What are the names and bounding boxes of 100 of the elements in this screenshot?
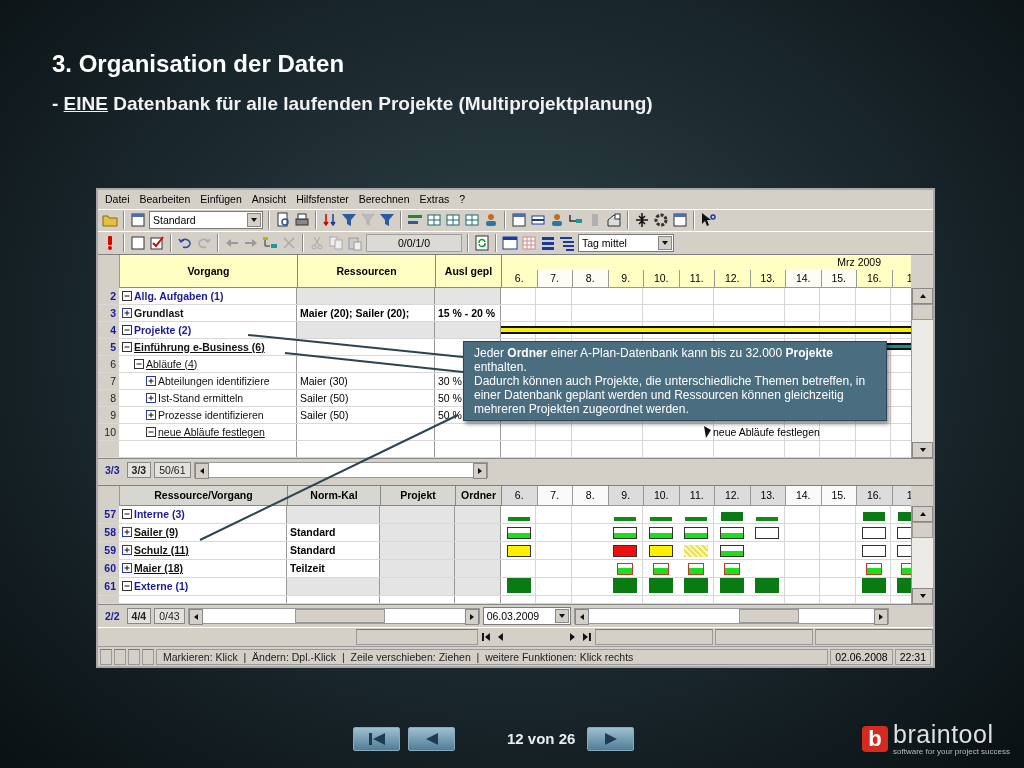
task-name[interactable]: Abläufe (4) — [146, 357, 198, 370]
table-icon[interactable] — [426, 212, 442, 229]
task-name[interactable]: Grundlast — [134, 306, 184, 319]
print-preview-icon[interactable] — [275, 212, 291, 229]
expand-icon[interactable] — [122, 527, 132, 538]
status-panel — [128, 648, 140, 665]
menu-item[interactable]: Extras — [414, 193, 455, 206]
collapse-icon[interactable] — [122, 509, 132, 520]
day-header: 10. — [644, 485, 680, 506]
printer-icon[interactable] — [294, 212, 310, 229]
day-header: 7. — [537, 485, 573, 506]
link-icon[interactable] — [262, 234, 278, 251]
load-bar — [723, 562, 740, 575]
position-field[interactable]: 0/0/1/0 — [366, 233, 462, 252]
load-bar — [506, 544, 531, 557]
table-icon[interactable] — [445, 212, 461, 229]
checked-box-icon[interactable] — [149, 234, 165, 251]
column-header[interactable]: Norm-Kal — [288, 485, 381, 506]
gear-icon[interactable] — [653, 212, 669, 229]
collapse-icon[interactable] — [134, 358, 144, 369]
last-icon[interactable] — [581, 630, 593, 643]
filter-icon[interactable] — [379, 212, 395, 229]
collapse-icon[interactable] — [122, 324, 132, 335]
list-icon[interactable] — [559, 234, 575, 251]
scrollbar[interactable] — [193, 461, 488, 478]
menu-item[interactable]: Datei — [100, 193, 135, 206]
resource-name[interactable]: Externe (1) — [134, 580, 189, 593]
refresh-icon[interactable] — [474, 234, 490, 251]
menu-item[interactable]: Hilfsfenster — [291, 193, 354, 206]
checkbox-icon[interactable] — [130, 234, 146, 251]
page-counter: 12 von 26 — [507, 730, 577, 747]
load-bar — [684, 526, 709, 539]
list-icon[interactable] — [540, 234, 556, 251]
task-name[interactable]: Allg. Aufgaben (1) — [134, 289, 224, 302]
first-icon[interactable] — [479, 630, 492, 643]
resource-name[interactable]: Maier (18) — [134, 562, 184, 575]
task-name[interactable]: Projekte (2) — [134, 323, 192, 336]
sort-icon[interactable] — [322, 212, 338, 229]
view-select[interactable]: Standard — [149, 211, 263, 230]
column-header[interactable]: Ausl gepl — [436, 254, 502, 288]
resource-name[interactable]: Schulz (11) — [134, 544, 189, 557]
menu-item[interactable]: Einfügen — [195, 193, 247, 206]
scroll-left-button[interactable] — [194, 462, 209, 479]
collapse-icon[interactable] — [122, 341, 132, 352]
expand-icon[interactable] — [146, 392, 156, 403]
column-header[interactable]: Ordner — [456, 485, 502, 506]
scrollbar[interactable] — [187, 607, 480, 624]
resource-name[interactable]: Interne (3) — [134, 508, 185, 521]
person-icon[interactable] — [483, 212, 499, 229]
scale-select[interactable]: Tag mittel — [578, 233, 674, 252]
first-slide-button[interactable] — [353, 727, 400, 751]
expand-icon[interactable] — [122, 563, 132, 574]
scrollbar[interactable] — [573, 607, 889, 624]
window-icon[interactable] — [511, 212, 527, 229]
task-name[interactable]: Prozesse identifizieren — [158, 408, 264, 421]
calendar-icon[interactable] — [502, 234, 518, 251]
load-bar — [613, 526, 638, 539]
scroll-left-button[interactable] — [188, 608, 203, 625]
expand-icon[interactable] — [122, 545, 132, 556]
collapse-icon[interactable] — [122, 581, 132, 592]
expand-icon[interactable] — [146, 375, 156, 386]
scroll-left-button[interactable] — [574, 608, 589, 625]
menu-item[interactable]: Ansicht — [246, 193, 292, 206]
next-slide-button[interactable] — [587, 727, 634, 751]
collapse-icon[interactable] — [122, 290, 132, 301]
window-icon[interactable] — [130, 212, 146, 229]
filter-icon[interactable] — [341, 212, 357, 229]
previous-slide-button[interactable] — [408, 727, 455, 751]
menu-item[interactable]: ? — [454, 193, 471, 206]
column-header[interactable]: Ressource/Vorgang — [120, 485, 288, 506]
menu-item[interactable]: Berechnen — [353, 193, 415, 206]
scroll-thumb[interactable] — [738, 608, 799, 623]
scroll-down-button[interactable] — [912, 441, 933, 458]
scroll-right-button[interactable] — [472, 462, 487, 479]
column-header[interactable]: Ressourcen — [298, 254, 436, 288]
task-name[interactable]: Abteilungen identifiziere — [158, 374, 270, 387]
collapse-icon[interactable] — [146, 426, 156, 437]
house-icon[interactable] — [606, 212, 622, 229]
menu-item[interactable]: Bearbeiten — [134, 193, 196, 206]
task-name[interactable]: Ist-Stand ermitteln — [158, 391, 244, 404]
scroll-down-button[interactable] — [912, 587, 933, 604]
column-header[interactable]: Projekt — [381, 485, 456, 506]
expand-icon[interactable] — [122, 307, 132, 318]
scroll-thumb[interactable] — [294, 608, 385, 623]
column-header[interactable]: Vorgang — [120, 254, 298, 288]
scroll-right-button[interactable] — [464, 608, 479, 625]
task-name[interactable]: Einführung e-Business (6) — [134, 340, 265, 353]
expand-icon[interactable] — [146, 409, 156, 420]
window-icon[interactable] — [672, 212, 688, 229]
pointer-icon[interactable] — [700, 212, 716, 229]
date-select[interactable]: 06.03.2009 — [482, 606, 571, 625]
scroll-right-button[interactable] — [873, 608, 888, 625]
split-icon[interactable] — [634, 212, 650, 229]
scrollbar[interactable] — [911, 505, 933, 604]
counter-label: 3/3 — [104, 462, 121, 477]
resource-name[interactable]: Sailer (9) — [134, 526, 179, 539]
table-icon[interactable] — [464, 212, 480, 229]
scrollbar[interactable] — [911, 287, 933, 458]
task-name[interactable]: neue Abläufe festlegen — [158, 425, 265, 438]
status-date: 02.06.2008 — [830, 648, 893, 665]
